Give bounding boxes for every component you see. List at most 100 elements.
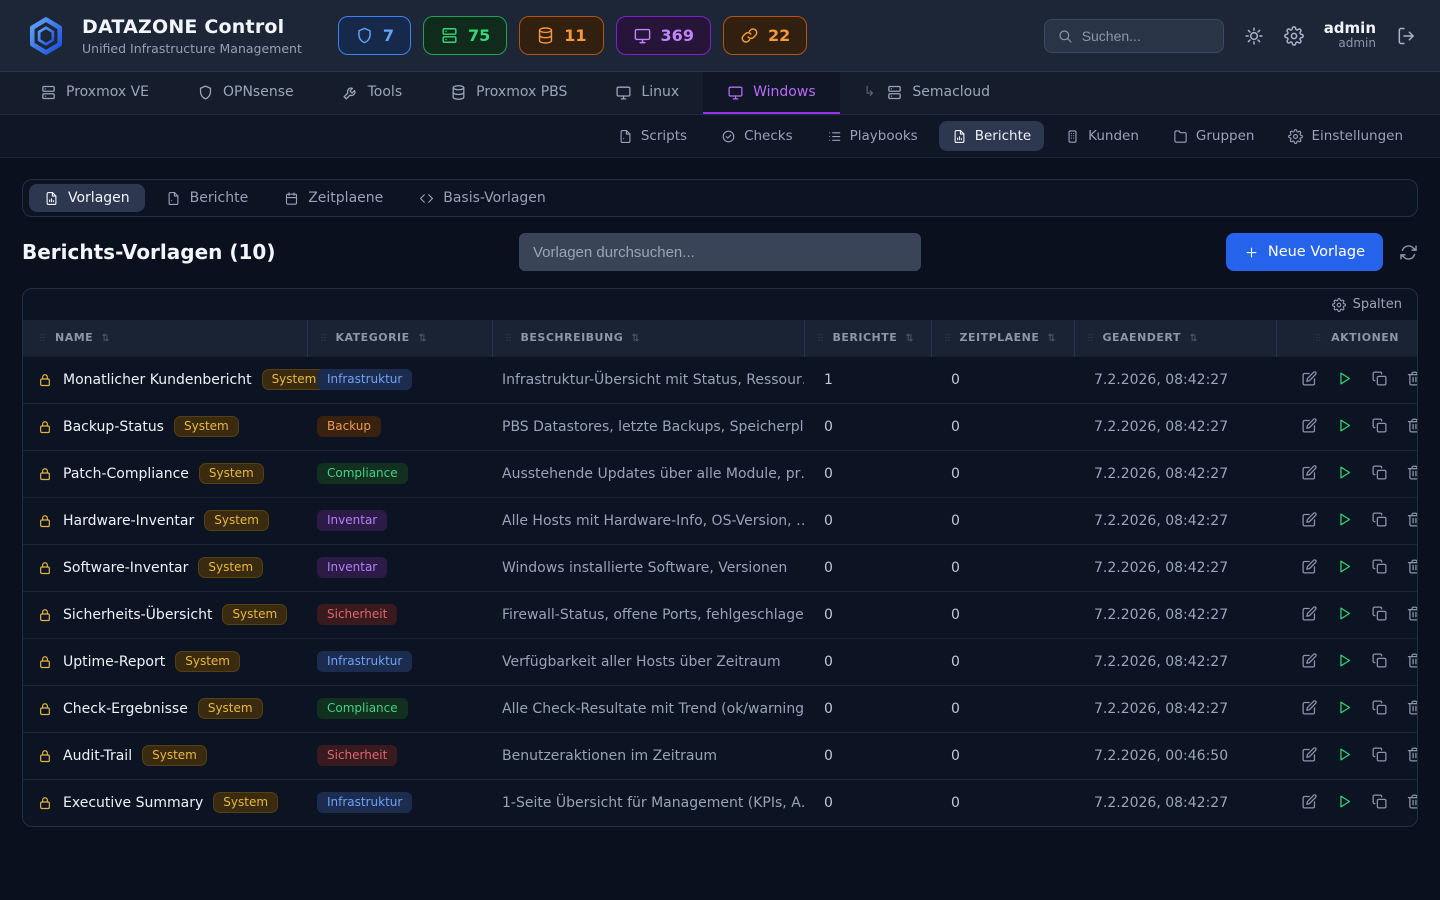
- stat-badge-link[interactable]: 22: [723, 16, 807, 55]
- duplicate-button[interactable]: [1368, 555, 1391, 581]
- trash-icon: [1406, 793, 1418, 810]
- tab-zeitplaene[interactable]: Zeitplaene: [269, 184, 398, 212]
- columns-button[interactable]: Spalten: [1332, 297, 1402, 312]
- edit-button[interactable]: [1298, 602, 1321, 628]
- section-nav-einstellungen[interactable]: Einstellungen: [1275, 121, 1416, 151]
- table-row[interactable]: Executive SummarySystemInfrastruktur1-Se…: [23, 779, 1417, 826]
- run-button[interactable]: [1333, 508, 1356, 534]
- edit-button[interactable]: [1298, 649, 1321, 675]
- edit-button[interactable]: [1298, 743, 1321, 769]
- table-row[interactable]: Patch-ComplianceSystemComplianceAusstehe…: [23, 450, 1417, 497]
- duplicate-button[interactable]: [1368, 696, 1391, 722]
- table-row[interactable]: Audit-TrailSystemSicherheitBenutzeraktio…: [23, 732, 1417, 779]
- duplicate-button[interactable]: [1368, 508, 1391, 534]
- edit-button[interactable]: [1298, 790, 1321, 816]
- run-button[interactable]: [1333, 461, 1356, 487]
- stat-badge-shield[interactable]: 7: [338, 16, 411, 55]
- module-nav-windows[interactable]: Windows: [703, 72, 840, 114]
- table-row[interactable]: Check-ErgebnisseSystemComplianceAlle Che…: [23, 685, 1417, 732]
- duplicate-button[interactable]: [1368, 414, 1391, 440]
- column-header-beschreibung[interactable]: BESCHREIBUNG: [492, 320, 804, 356]
- table-row[interactable]: Software-InventarSystemInventarWindows i…: [23, 544, 1417, 591]
- duplicate-button[interactable]: [1368, 367, 1391, 393]
- stat-badge-server[interactable]: 75: [423, 16, 507, 55]
- module-nav-semacloud[interactable]: ↳Semacloud: [840, 72, 1014, 114]
- edit-button[interactable]: [1298, 508, 1321, 534]
- module-nav-label: Proxmox PBS: [476, 84, 567, 100]
- column-header-berichte[interactable]: BERICHTE: [804, 320, 931, 356]
- edit-button[interactable]: [1298, 555, 1321, 581]
- table-row[interactable]: Uptime-ReportSystemInfrastrukturVerfügba…: [23, 638, 1417, 685]
- tab-vorlagen[interactable]: Vorlagen: [29, 184, 145, 212]
- templates-table: NAMEKATEGORIEBESCHREIBUNGBERICHTEZEITPLA…: [23, 320, 1417, 826]
- section-nav-gruppen[interactable]: Gruppen: [1160, 121, 1268, 151]
- tab-berichte[interactable]: Berichte: [151, 184, 264, 212]
- delete-button[interactable]: [1403, 649, 1418, 675]
- duplicate-button[interactable]: [1368, 461, 1391, 487]
- table-row[interactable]: Monatlicher KundenberichtSystemInfrastru…: [23, 356, 1417, 403]
- user-menu[interactable]: admin admin: [1324, 20, 1376, 51]
- section-nav-berichte[interactable]: Berichte: [939, 121, 1044, 151]
- tab-basis-vorlagen[interactable]: Basis-Vorlagen: [404, 184, 561, 212]
- brand: DATAZONE Control Unified Infrastructure …: [24, 14, 302, 58]
- delete-button[interactable]: [1403, 367, 1418, 393]
- duplicate-button[interactable]: [1368, 790, 1391, 816]
- duplicate-button[interactable]: [1368, 649, 1391, 675]
- column-header-kategorie[interactable]: KATEGORIE: [307, 320, 492, 356]
- run-button[interactable]: [1333, 555, 1356, 581]
- global-search-input[interactable]: [1082, 28, 1211, 44]
- global-search[interactable]: [1044, 19, 1224, 53]
- section-nav-kunden[interactable]: Kunden: [1052, 121, 1152, 151]
- table-row[interactable]: Sicherheits-ÜbersichtSystemSicherheitFir…: [23, 591, 1417, 638]
- stat-badge-database[interactable]: 11: [519, 16, 603, 55]
- section-nav-scripts[interactable]: Scripts: [605, 121, 700, 151]
- duplicate-button[interactable]: [1368, 602, 1391, 628]
- delete-button[interactable]: [1403, 602, 1418, 628]
- refresh-button[interactable]: [1399, 243, 1418, 262]
- new-template-button[interactable]: Neue Vorlage: [1226, 233, 1383, 271]
- column-header-name[interactable]: NAME: [23, 320, 307, 356]
- template-search[interactable]: [519, 233, 921, 271]
- theme-toggle-button[interactable]: [1244, 26, 1264, 46]
- stat-badge-monitor[interactable]: 369: [616, 16, 711, 55]
- column-header-geaendert[interactable]: GEAENDERT: [1074, 320, 1276, 356]
- run-button[interactable]: [1333, 367, 1356, 393]
- edit-button[interactable]: [1298, 461, 1321, 487]
- module-nav-tools[interactable]: Tools: [318, 72, 427, 114]
- run-button[interactable]: [1333, 696, 1356, 722]
- delete-button[interactable]: [1403, 696, 1418, 722]
- table-row[interactable]: Hardware-InventarSystemInventarAlle Host…: [23, 497, 1417, 544]
- module-nav-linux[interactable]: Linux: [591, 72, 703, 114]
- template-name: Software-Inventar: [63, 560, 188, 576]
- duplicate-button[interactable]: [1368, 743, 1391, 769]
- logout-button[interactable]: [1396, 26, 1416, 46]
- delete-button[interactable]: [1403, 508, 1418, 534]
- run-button[interactable]: [1333, 414, 1356, 440]
- template-search-input[interactable]: [533, 244, 907, 261]
- edit-button[interactable]: [1298, 414, 1321, 440]
- section-nav-checks[interactable]: Checks: [708, 121, 806, 151]
- run-button[interactable]: [1333, 790, 1356, 816]
- column-header-zeitplaene[interactable]: ZEITPLAENE: [931, 320, 1074, 356]
- delete-button[interactable]: [1403, 743, 1418, 769]
- run-button[interactable]: [1333, 649, 1356, 675]
- cell-name: Monatlicher KundenberichtSystem: [23, 356, 307, 403]
- table-row[interactable]: Backup-StatusSystemBackupPBS Datastores,…: [23, 403, 1417, 450]
- delete-button[interactable]: [1403, 461, 1418, 487]
- edit-button[interactable]: [1298, 696, 1321, 722]
- run-button[interactable]: [1333, 602, 1356, 628]
- trash-icon: [1406, 699, 1418, 716]
- delete-button[interactable]: [1403, 414, 1418, 440]
- module-nav-proxmox-pbs[interactable]: Proxmox PBS: [426, 72, 591, 114]
- cell-zeitplaene: 0: [931, 638, 1074, 685]
- module-nav-label: Semacloud: [912, 84, 990, 100]
- edit-button[interactable]: [1298, 367, 1321, 393]
- run-button[interactable]: [1333, 743, 1356, 769]
- module-nav-proxmox-ve[interactable]: Proxmox VE: [16, 72, 173, 114]
- settings-button[interactable]: [1284, 26, 1304, 46]
- delete-button[interactable]: [1403, 555, 1418, 581]
- delete-button[interactable]: [1403, 790, 1418, 816]
- column-header-aktionen[interactable]: AKTIONEN: [1276, 320, 1417, 356]
- section-nav-playbooks[interactable]: Playbooks: [814, 121, 931, 151]
- module-nav-opnsense[interactable]: OPNsense: [173, 72, 318, 114]
